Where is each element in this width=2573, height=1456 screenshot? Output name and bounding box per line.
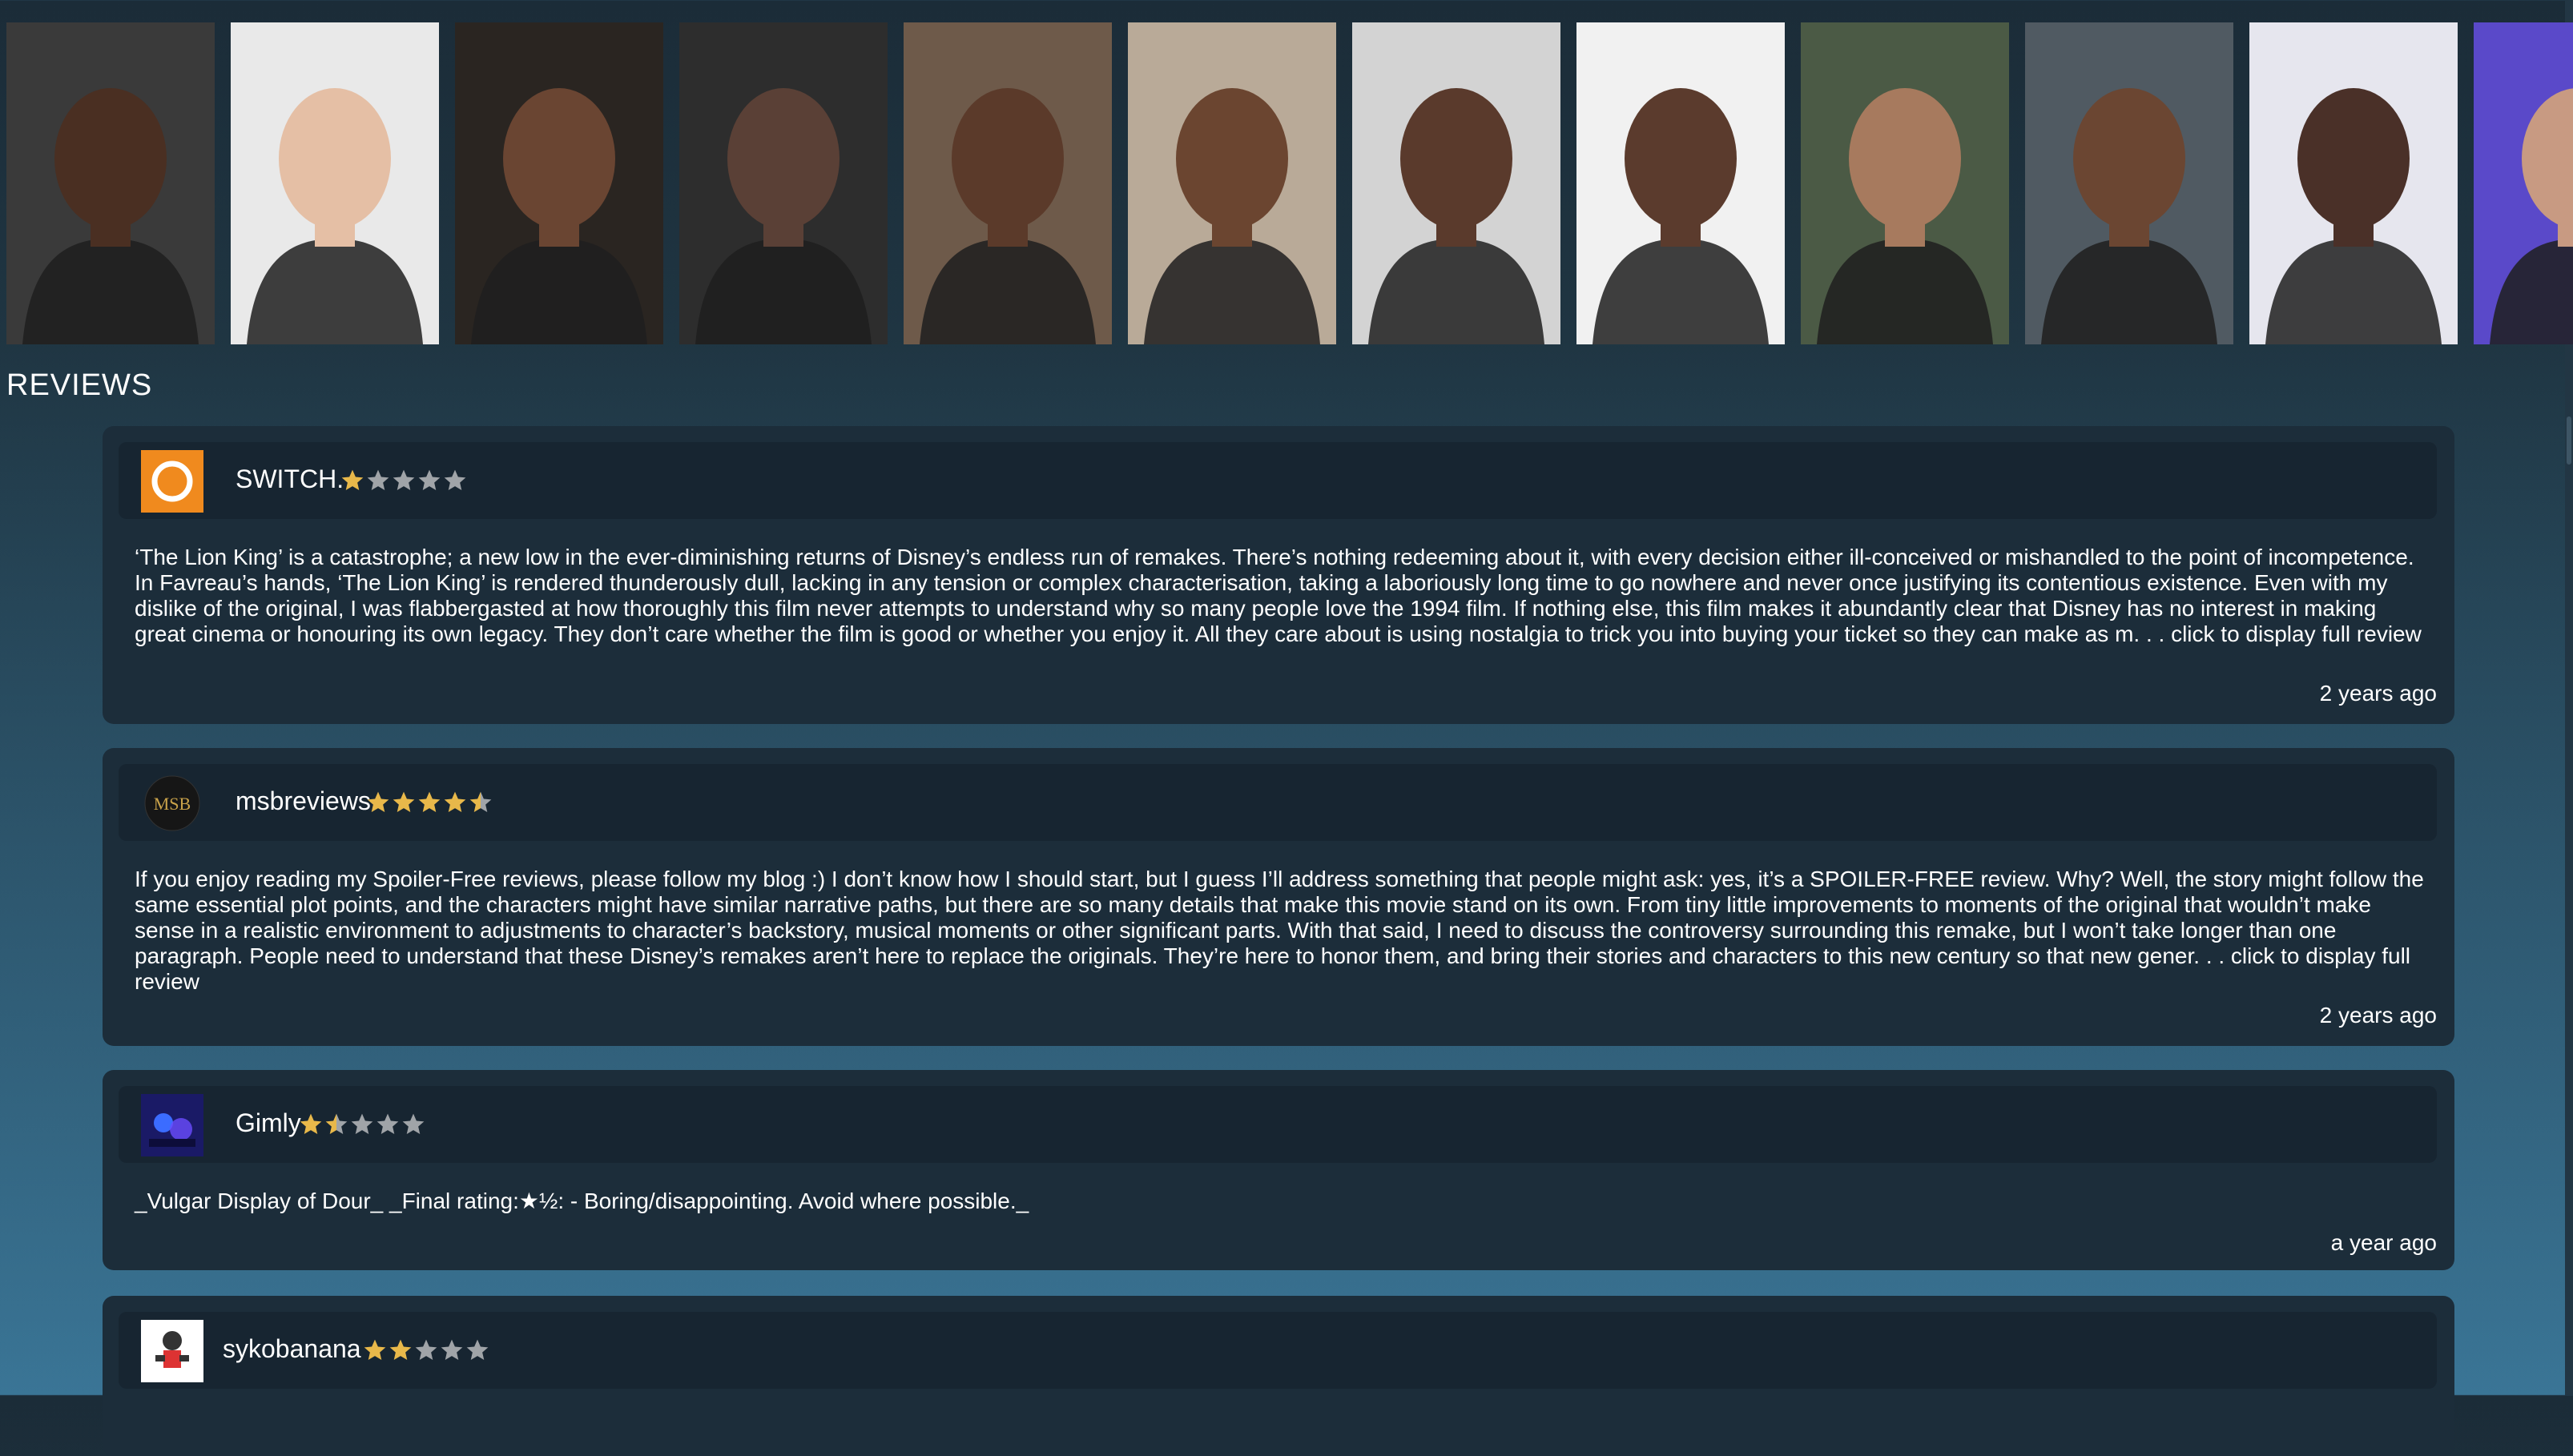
cast-photo-6[interactable] [1128,22,1336,344]
cast-photo-12[interactable] [2474,22,2573,344]
star-icon [367,469,389,490]
sykobanana-avatar-icon[interactable] [141,1320,203,1382]
star-icon [402,1113,425,1134]
review-header: Gimly [119,1086,2437,1163]
review-text[interactable]: ‘The Lion King’ is a catastrophe; a new … [135,545,2426,647]
switch-avatar-icon[interactable] [141,450,203,513]
star-icon [364,1339,386,1360]
cast-photo-2[interactable] [231,22,439,344]
cast-photo-8[interactable] [1576,22,1785,344]
review-text[interactable]: _Vulgar Display of Dour_ _Final rating:★… [135,1189,2426,1214]
cast-strip [0,22,2573,344]
review-text[interactable]: If you enjoy reading my Spoiler-Free rev… [135,867,2426,995]
cast-photo-7[interactable] [1352,22,1560,344]
review-card: MSB msbreviews If you enjoy reading my Spo… [103,748,2454,1046]
review-card: sykobanana [103,1296,2454,1456]
star-icon [444,791,466,812]
star-icon [376,1113,399,1134]
review-author[interactable]: msbreviews [236,786,371,816]
cast-photo-1[interactable] [6,22,215,344]
star-icon [466,1339,489,1360]
review-date: a year ago [2330,1230,2437,1255]
star-icon [393,791,415,812]
star-icon [389,1339,412,1360]
star-icon [393,469,415,490]
msb-logo-text: MSB [154,794,191,814]
cast-photo-9[interactable] [1801,22,2009,344]
review-rating-stars [362,1336,490,1368]
cast-photo-3[interactable] [455,22,663,344]
star-icon [415,1339,437,1360]
review-header: MSB msbreviews [119,764,2437,841]
cast-photo-5[interactable] [904,22,1112,344]
star-icon [469,791,492,812]
review-card: Gimly _Vulgar Display of Dour_ _Final rat… [103,1070,2454,1270]
review-date: 2 years ago [2319,681,2437,706]
gimly-avatar-icon[interactable] [141,1094,203,1156]
msb-logo-avatar-icon[interactable]: MSB [141,772,203,835]
star-icon [367,791,389,812]
star-icon [325,1113,348,1134]
review-rating-stars [365,788,493,820]
cast-photo-11[interactable] [2249,22,2458,344]
review-author[interactable]: sykobanana [223,1334,361,1364]
star-icon [444,469,466,490]
review-rating-stars [298,1110,426,1142]
review-header: sykobanana [119,1312,2437,1389]
star-icon [441,1339,463,1360]
cast-photo-10[interactable] [2025,22,2233,344]
page-scrollbar-thumb[interactable] [2567,416,2571,465]
star-icon [300,1113,322,1134]
review-card: SWITCH. ‘The Lion King’ is a catastrophe;… [103,426,2454,724]
review-author[interactable]: SWITCH. [236,465,344,494]
star-icon [341,469,364,490]
star-icon [418,791,441,812]
review-author[interactable]: Gimly [236,1108,301,1138]
review-date: 2 years ago [2319,1003,2437,1028]
reviews-heading: REVIEWS [6,368,153,402]
cast-photo-4[interactable] [679,22,888,344]
review-header: SWITCH. [119,442,2437,519]
star-icon [418,469,441,490]
review-rating-stars [340,466,468,498]
star-icon [351,1113,373,1134]
